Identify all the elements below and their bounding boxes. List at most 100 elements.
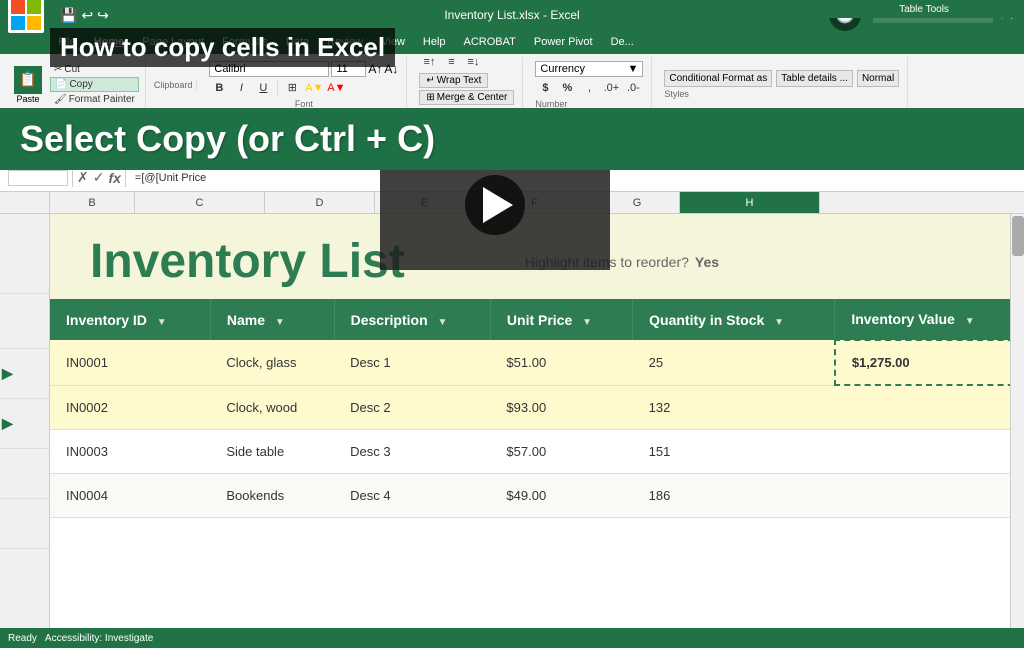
currency-dropdown-arrow[interactable]: ▼ — [628, 63, 639, 75]
align-top-center[interactable]: ≡ — [441, 53, 461, 71]
cell-price-1[interactable]: $51.00 — [490, 340, 632, 385]
underline-button[interactable]: U — [253, 79, 273, 97]
filter-arrow-value[interactable]: ▼ — [965, 316, 975, 327]
tab-help[interactable]: Help — [415, 34, 454, 50]
tab-power-pivot[interactable]: Power Pivot — [526, 34, 601, 50]
font-size-input[interactable]: 11 — [331, 61, 366, 77]
merge-center-button[interactable]: ⊞ Merge & Center — [419, 90, 514, 105]
clipboard-group: 📋 Paste ✂ Cut 📄 Copy 🖌 Format Painter — [4, 57, 146, 113]
percent-btn[interactable]: % — [557, 79, 577, 97]
tab-file[interactable]: File — [50, 34, 84, 50]
col-header-d[interactable]: D — [265, 192, 375, 213]
filter-arrow-qty[interactable]: ▼ — [774, 317, 784, 328]
cell-qty-1[interactable]: 25 — [633, 340, 835, 385]
redo-icon[interactable]: ↪ — [97, 7, 109, 24]
tab-design[interactable]: De... — [603, 34, 642, 50]
cancel-formula-icon[interactable]: ✗ — [77, 169, 89, 186]
bold-button[interactable]: B — [209, 79, 229, 97]
cell-id-2[interactable]: IN0002 — [50, 385, 210, 429]
tab-formulas[interactable]: Formulas — [214, 34, 276, 50]
cell-value-4[interactable] — [835, 473, 1023, 517]
tab-page-layout[interactable]: Page Layout — [134, 34, 212, 50]
col-header-b[interactable]: B — [50, 192, 135, 213]
tab-acrobat[interactable]: ACROBAT — [456, 34, 524, 50]
cell-desc-3[interactable]: Desc 3 — [334, 429, 490, 473]
content-area: Inventory List Highlight items to reorde… — [50, 214, 1024, 648]
currency-selector[interactable]: Currency ▼ — [535, 61, 643, 77]
cell-qty-4[interactable]: 186 — [633, 473, 835, 517]
cell-value-3[interactable] — [835, 429, 1023, 473]
th-name[interactable]: Name ▼ — [210, 299, 334, 340]
filter-arrow-desc[interactable]: ▼ — [438, 317, 448, 328]
tab-review[interactable]: Review — [319, 34, 371, 50]
scrollbar-thumb[interactable] — [1012, 216, 1024, 256]
increase-decimal[interactable]: .0+ — [601, 79, 621, 97]
font-format-row: B I U ⊞ A▼ A▼ — [209, 79, 398, 97]
comma-btn[interactable]: , — [579, 79, 599, 97]
cell-id-1[interactable]: IN0001 — [50, 340, 210, 385]
conditional-format-button[interactable]: Conditional Format as — [664, 70, 772, 87]
format-as-table-button[interactable]: Table details ... — [776, 70, 853, 87]
dollar-btn[interactable]: $ — [535, 79, 555, 97]
wrap-text-button[interactable]: ↵ Wrap Text — [419, 73, 488, 88]
cell-name-3[interactable]: Side table — [210, 429, 334, 473]
align-top-right[interactable]: ≡↓ — [463, 53, 483, 71]
cut-button[interactable]: ✂ Cut — [50, 63, 139, 76]
normal-style-button[interactable]: Normal — [857, 70, 899, 87]
confirm-formula-icon[interactable]: ✓ — [93, 169, 105, 186]
filter-arrow-name[interactable]: ▼ — [275, 317, 285, 328]
vertical-scrollbar[interactable] — [1010, 214, 1024, 648]
cell-desc-1[interactable]: Desc 1 — [334, 340, 490, 385]
font-color-button[interactable]: A▼ — [326, 79, 346, 97]
cell-desc-4[interactable]: Desc 4 — [334, 473, 490, 517]
th-qty-in-stock[interactable]: Quantity in Stock ▼ — [633, 299, 835, 340]
th-unit-price[interactable]: Unit Price ▼ — [490, 299, 632, 340]
cell-price-4[interactable]: $49.00 — [490, 473, 632, 517]
cell-name-1[interactable]: Clock, glass — [210, 340, 334, 385]
paste-button[interactable]: 📋 Paste — [8, 57, 48, 113]
quick-access-toolbar: 💾 ↩ ↪ — [60, 7, 109, 24]
align-top-left[interactable]: ≡↑ — [419, 53, 439, 71]
windows-logo[interactable] — [8, 0, 44, 33]
decrease-decimal[interactable]: .0- — [623, 79, 643, 97]
tab-home[interactable]: Home — [86, 34, 133, 50]
undo-icon[interactable]: ↩ — [81, 7, 93, 24]
cell-price-2[interactable]: $93.00 — [490, 385, 632, 429]
cell-desc-2[interactable]: Desc 2 — [334, 385, 490, 429]
styles-label: Styles — [664, 89, 899, 99]
fill-color-button[interactable]: A▼ — [304, 79, 324, 97]
tab-data[interactable]: Data — [278, 34, 317, 50]
cell-reference-box[interactable] — [8, 170, 68, 186]
cell-value-1[interactable]: $1,275.00 — [835, 340, 1023, 385]
border-button[interactable]: ⊞ — [282, 79, 302, 97]
cell-qty-3[interactable]: 151 — [633, 429, 835, 473]
filter-arrow-price[interactable]: ▼ — [582, 317, 592, 328]
save-icon[interactable]: 💾 — [60, 7, 77, 24]
inventory-table: Inventory ID ▼ Name ▼ Description ▼ Un — [50, 299, 1024, 518]
th-inventory-id[interactable]: Inventory ID ▼ — [50, 299, 210, 340]
cell-id-4[interactable]: IN0004 — [50, 473, 210, 517]
col-header-h[interactable]: H — [680, 192, 820, 213]
tab-view[interactable]: View — [373, 34, 413, 50]
cell-price-3[interactable]: $57.00 — [490, 429, 632, 473]
cell-qty-2[interactable]: 132 — [633, 385, 835, 429]
copy-button[interactable]: 📄 Copy — [50, 77, 139, 92]
col-header-c[interactable]: C — [135, 192, 265, 213]
cell-id-3[interactable]: IN0003 — [50, 429, 210, 473]
font-selector: Calibri 11 A↑ A↓ — [209, 61, 398, 77]
cell-name-4[interactable]: Bookends — [210, 473, 334, 517]
cell-name-2[interactable]: Clock, wood — [210, 385, 334, 429]
filter-arrow-id[interactable]: ▼ — [157, 317, 167, 328]
cell-value-2[interactable] — [835, 385, 1023, 429]
italic-button[interactable]: I — [231, 79, 251, 97]
font-size-decrease[interactable]: A↓ — [384, 62, 398, 76]
font-name-input[interactable]: Calibri — [209, 61, 329, 77]
th-description[interactable]: Description ▼ — [334, 299, 490, 340]
play-button[interactable] — [465, 175, 525, 235]
format-painter-button[interactable]: 🖌 Format Painter — [50, 93, 139, 106]
th-inventory-value[interactable]: Inventory Value ▼ — [835, 299, 1023, 340]
insert-function-icon[interactable]: fx — [108, 170, 120, 186]
font-size-increase[interactable]: A↑ — [368, 62, 382, 76]
table-row-1: IN0001 Clock, glass Desc 1 $51.00 25 $1,… — [50, 340, 1023, 385]
row-3: ▶ — [0, 349, 49, 399]
